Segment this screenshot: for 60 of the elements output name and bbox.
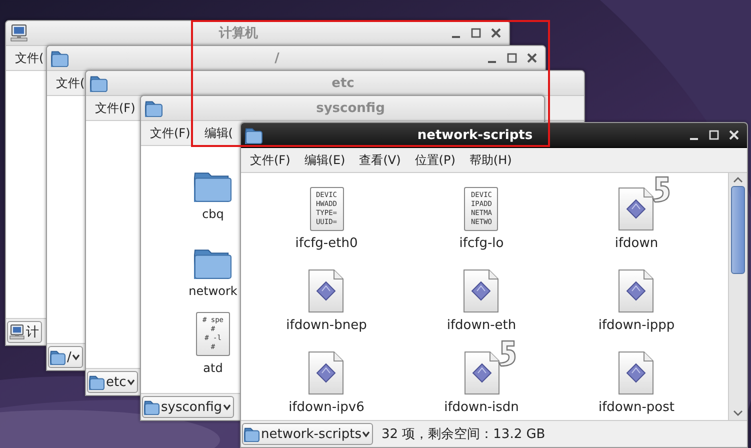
- script-file-icon: [618, 351, 654, 395]
- window-title: 计算机: [218, 25, 259, 42]
- file-item[interactable]: ifdown: [592, 175, 680, 257]
- folder-icon: [50, 349, 66, 365]
- computer-icon: [10, 24, 28, 42]
- scrollbar[interactable]: [728, 173, 747, 420]
- script-file-icon: [308, 269, 344, 313]
- script-file-icon: [464, 351, 500, 395]
- menu-item[interactable]: 文件(: [15, 48, 44, 68]
- file-item[interactable]: ifdown-isdn: [422, 339, 541, 420]
- menu-item[interactable]: 文件(F): [150, 122, 190, 144]
- chevron-down-icon: [72, 353, 80, 361]
- window-title: /: [274, 50, 280, 66]
- menu-item[interactable]: 帮助(H): [469, 150, 512, 170]
- folder-icon: [145, 99, 163, 117]
- folder-icon: [245, 126, 263, 144]
- chevron-down-icon: [127, 378, 136, 386]
- location-dropdown[interactable]: network-scripts: [242, 423, 374, 445]
- folder-icon: [244, 426, 260, 442]
- folder-icon: [90, 74, 108, 92]
- menu-item[interactable]: 编辑(E): [304, 150, 346, 170]
- location-dropdown[interactable]: 计: [7, 321, 42, 343]
- window-title: sysconfig: [315, 100, 386, 116]
- script-file-icon: [463, 269, 500, 313]
- window-title: network-scripts: [416, 128, 534, 142]
- chevron-down-icon: [362, 430, 370, 438]
- file-item[interactable]: ifdown-post: [598, 339, 675, 420]
- maximize-icon[interactable]: [469, 26, 483, 40]
- maximize-icon[interactable]: [505, 51, 519, 65]
- folder-icon: [51, 49, 69, 67]
- folder-icon: [89, 374, 105, 390]
- computer-icon: [9, 324, 25, 340]
- menu-item[interactable]: 编辑(: [204, 122, 233, 144]
- file-item[interactable]: cbq: [194, 150, 232, 227]
- maximize-icon[interactable]: [707, 128, 721, 142]
- menu-item[interactable]: 文件(F): [95, 98, 136, 118]
- close-icon[interactable]: [727, 128, 741, 142]
- folder-icon: [144, 399, 160, 415]
- menu-item[interactable]: 文件(: [56, 72, 85, 94]
- script-file-icon: [308, 351, 344, 395]
- script-file-icon: [618, 187, 654, 231]
- location-dropdown[interactable]: sysconfig: [142, 396, 234, 418]
- window-title: etc: [330, 76, 356, 90]
- scroll-down-icon[interactable]: [733, 409, 743, 417]
- file-item[interactable]: ifdown-eth: [446, 257, 516, 339]
- file-item[interactable]: ifdown-bnep: [286, 257, 367, 339]
- location-dropdown[interactable]: /: [48, 346, 84, 368]
- menu-item[interactable]: 文件(F): [250, 150, 290, 170]
- script-file-icon: [618, 269, 654, 313]
- status-text: 32 项，剩余空间：13.2 GB: [381, 426, 546, 443]
- menu-item[interactable]: 位置(P): [414, 150, 456, 170]
- scroll-up-icon[interactable]: [733, 176, 743, 184]
- file-item[interactable]: ifdown-ippp: [598, 257, 675, 339]
- close-icon[interactable]: [525, 51, 539, 65]
- menu-item[interactable]: 查看(V): [359, 150, 401, 170]
- close-icon[interactable]: [489, 26, 503, 40]
- location-dropdown[interactable]: etc: [87, 371, 138, 393]
- chevron-down-icon: [223, 403, 232, 411]
- file-item[interactable]: network: [188, 227, 238, 304]
- file-item[interactable]: ifdown-ipv6: [288, 339, 364, 420]
